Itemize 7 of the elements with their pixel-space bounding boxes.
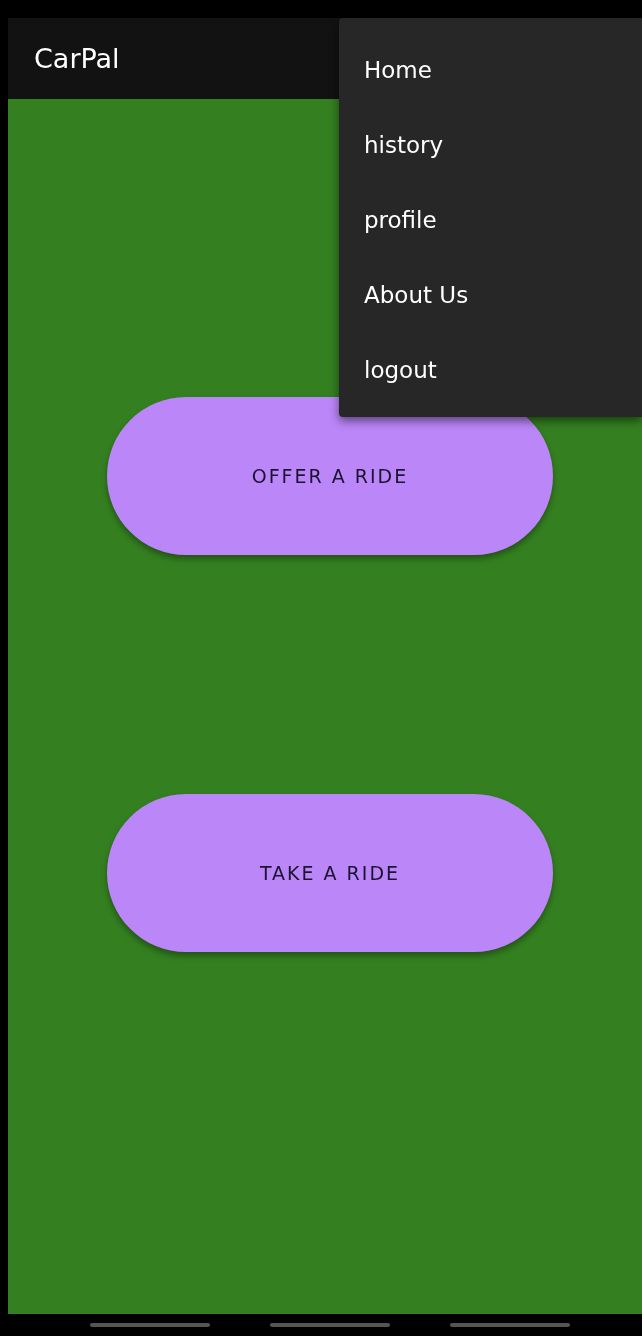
ride-button[interactable]: TAKE A RIDE bbox=[107, 794, 553, 952]
app-title: CarPal bbox=[34, 43, 120, 74]
menu-item[interactable]: history bbox=[339, 107, 642, 182]
menu-item[interactable]: profile bbox=[339, 182, 642, 257]
ride-button[interactable]: OFFER A RIDE bbox=[107, 397, 553, 555]
menu-item[interactable]: Home bbox=[339, 32, 642, 107]
menu-item[interactable]: About Us bbox=[339, 257, 642, 332]
